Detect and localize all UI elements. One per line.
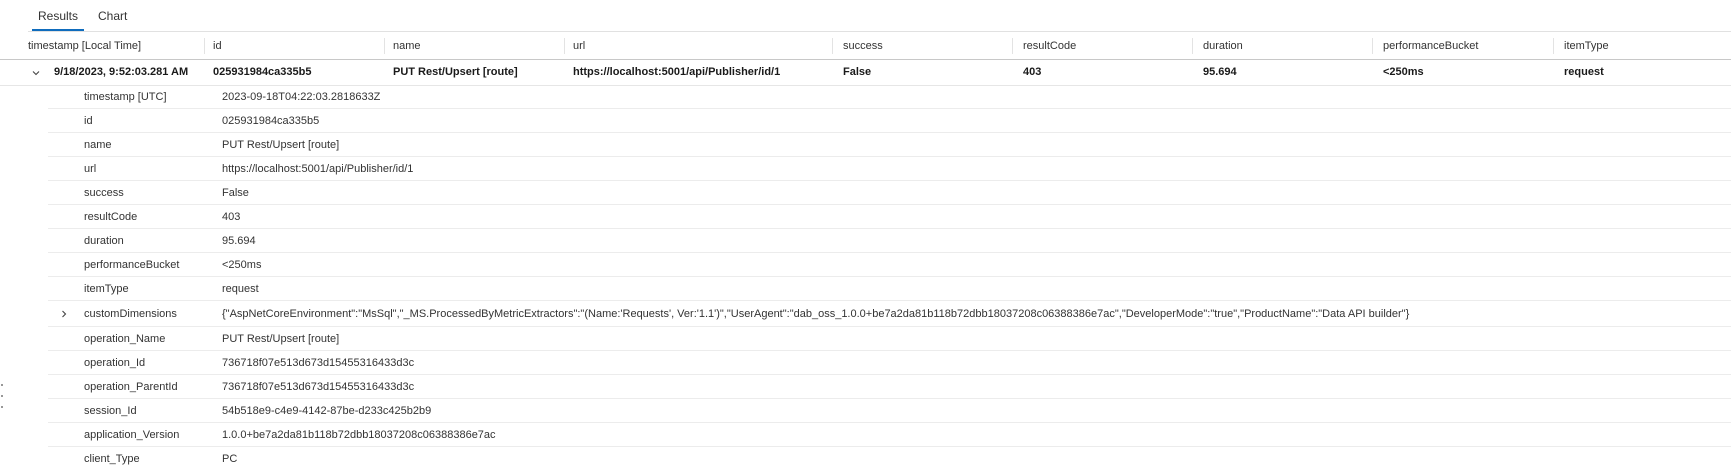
detail-value: 025931984ca335b5: [222, 115, 320, 127]
detail-key: operation_Name: [84, 333, 166, 345]
column-separator[interactable]: [204, 38, 205, 54]
detail-key: url: [84, 163, 97, 175]
column-header-success[interactable]: success: [843, 33, 883, 59]
column-separator[interactable]: [384, 38, 385, 54]
column-header-timestamp[interactable]: timestamp [Local Time]: [28, 33, 141, 59]
column-header-name[interactable]: name: [393, 33, 421, 59]
cell-resultcode: 403: [1023, 66, 1042, 78]
cell-duration: 95.694: [1203, 66, 1237, 78]
detail-row: timestamp [UTC] 2023-09-18T04:22:03.2818…: [48, 86, 1731, 109]
detail-value: 1.0.0+be7a2da81b118b72dbb18037208c063883…: [222, 429, 496, 441]
cell-id: 025931984ca335b5: [213, 66, 312, 78]
detail-value: 736718f07e513d673d15455316433d3c: [222, 381, 415, 393]
detail-row: performanceBucket <250ms: [48, 254, 1731, 277]
column-header-performancebucket[interactable]: performanceBucket: [1383, 33, 1478, 59]
detail-value: 54b518e9-c4e9-4142-87be-d233c425b2b9: [222, 405, 432, 417]
detail-value: {"AspNetCoreEnvironment":"MsSql","_MS.Pr…: [222, 308, 1410, 320]
detail-key: itemType: [84, 283, 129, 295]
detail-row: url https://localhost:5001/api/Publisher…: [48, 158, 1731, 181]
detail-value: PUT Rest/Upsert [route]: [222, 139, 340, 151]
detail-row: success False: [48, 182, 1731, 205]
column-header-resultcode[interactable]: resultCode: [1023, 33, 1076, 59]
detail-value: 403: [222, 211, 241, 223]
detail-value: PUT Rest/Upsert [route]: [222, 333, 340, 345]
cell-url: https://localhost:5001/api/Publisher/id/…: [573, 66, 781, 78]
grip-dots-icon[interactable]: [0, 384, 4, 408]
detail-value: https://localhost:5001/api/Publisher/id/…: [222, 163, 414, 175]
detail-key: session_Id: [84, 405, 137, 417]
detail-key: client_Type: [84, 453, 140, 465]
detail-key: operation_Id: [84, 357, 146, 369]
detail-row: operation_ParentId 736718f07e513d673d154…: [48, 376, 1731, 399]
detail-row: id 025931984ca335b5: [48, 110, 1731, 133]
column-header-duration[interactable]: duration: [1203, 33, 1243, 59]
detail-value: 2023-09-18T04:22:03.2818633Z: [222, 91, 381, 103]
detail-key: application_Version: [84, 429, 180, 441]
detail-value: request: [222, 283, 259, 295]
chevron-right-icon[interactable]: [56, 302, 72, 326]
results-tabs: Results Chart: [28, 0, 137, 32]
tab-results[interactable]: Results: [28, 0, 88, 32]
column-separator[interactable]: [832, 38, 833, 54]
cell-timestamp: 9/18/2023, 9:52:03.281 AM: [54, 66, 189, 78]
column-header-itemtype[interactable]: itemType: [1564, 33, 1609, 59]
column-separator[interactable]: [1553, 38, 1554, 54]
detail-row: client_Type PC: [48, 448, 1731, 470]
table-header: timestamp [Local Time] id name url succe…: [0, 33, 1731, 60]
detail-row: name PUT Rest/Upsert [route]: [48, 134, 1731, 157]
detail-key: id: [84, 115, 93, 127]
column-separator[interactable]: [1012, 38, 1013, 54]
tabs-divider: [28, 31, 1731, 32]
tab-chart[interactable]: Chart: [88, 0, 137, 32]
detail-value: 736718f07e513d673d15455316433d3c: [222, 357, 415, 369]
column-header-id[interactable]: id: [213, 33, 222, 59]
detail-key: operation_ParentId: [84, 381, 178, 393]
cell-name: PUT Rest/Upsert [route]: [393, 66, 518, 78]
detail-row: application_Version 1.0.0+be7a2da81b118b…: [48, 424, 1731, 447]
detail-key: customDimensions: [84, 308, 177, 320]
table-row[interactable]: 9/18/2023, 9:52:03.281 AM 025931984ca335…: [0, 60, 1731, 86]
detail-key: performanceBucket: [84, 259, 180, 271]
detail-key: duration: [84, 235, 124, 247]
detail-key: resultCode: [84, 211, 138, 223]
detail-value: 95.694: [222, 235, 256, 247]
detail-row: itemType request: [48, 278, 1731, 301]
detail-row: operation_Name PUT Rest/Upsert [route]: [48, 328, 1731, 351]
detail-value: False: [222, 187, 249, 199]
detail-row: duration 95.694: [48, 230, 1731, 253]
chevron-down-icon[interactable]: [28, 60, 44, 85]
cell-success: False: [843, 66, 872, 78]
detail-value: <250ms: [222, 259, 262, 271]
detail-key: name: [84, 139, 112, 151]
column-separator[interactable]: [564, 38, 565, 54]
detail-key: timestamp [UTC]: [84, 91, 167, 103]
detail-row: resultCode 403: [48, 206, 1731, 229]
detail-row: operation_Id 736718f07e513d673d154553164…: [48, 352, 1731, 375]
detail-value: PC: [222, 453, 238, 465]
cell-itemtype: request: [1564, 66, 1604, 78]
detail-key: success: [84, 187, 124, 199]
column-separator[interactable]: [1192, 38, 1193, 54]
detail-row: session_Id 54b518e9-c4e9-4142-87be-d233c…: [48, 400, 1731, 423]
cell-performancebucket: <250ms: [1383, 66, 1424, 78]
detail-row-custom-dimensions[interactable]: customDimensions {"AspNetCoreEnvironment…: [48, 302, 1731, 327]
column-separator[interactable]: [1372, 38, 1373, 54]
column-header-url[interactable]: url: [573, 33, 585, 59]
